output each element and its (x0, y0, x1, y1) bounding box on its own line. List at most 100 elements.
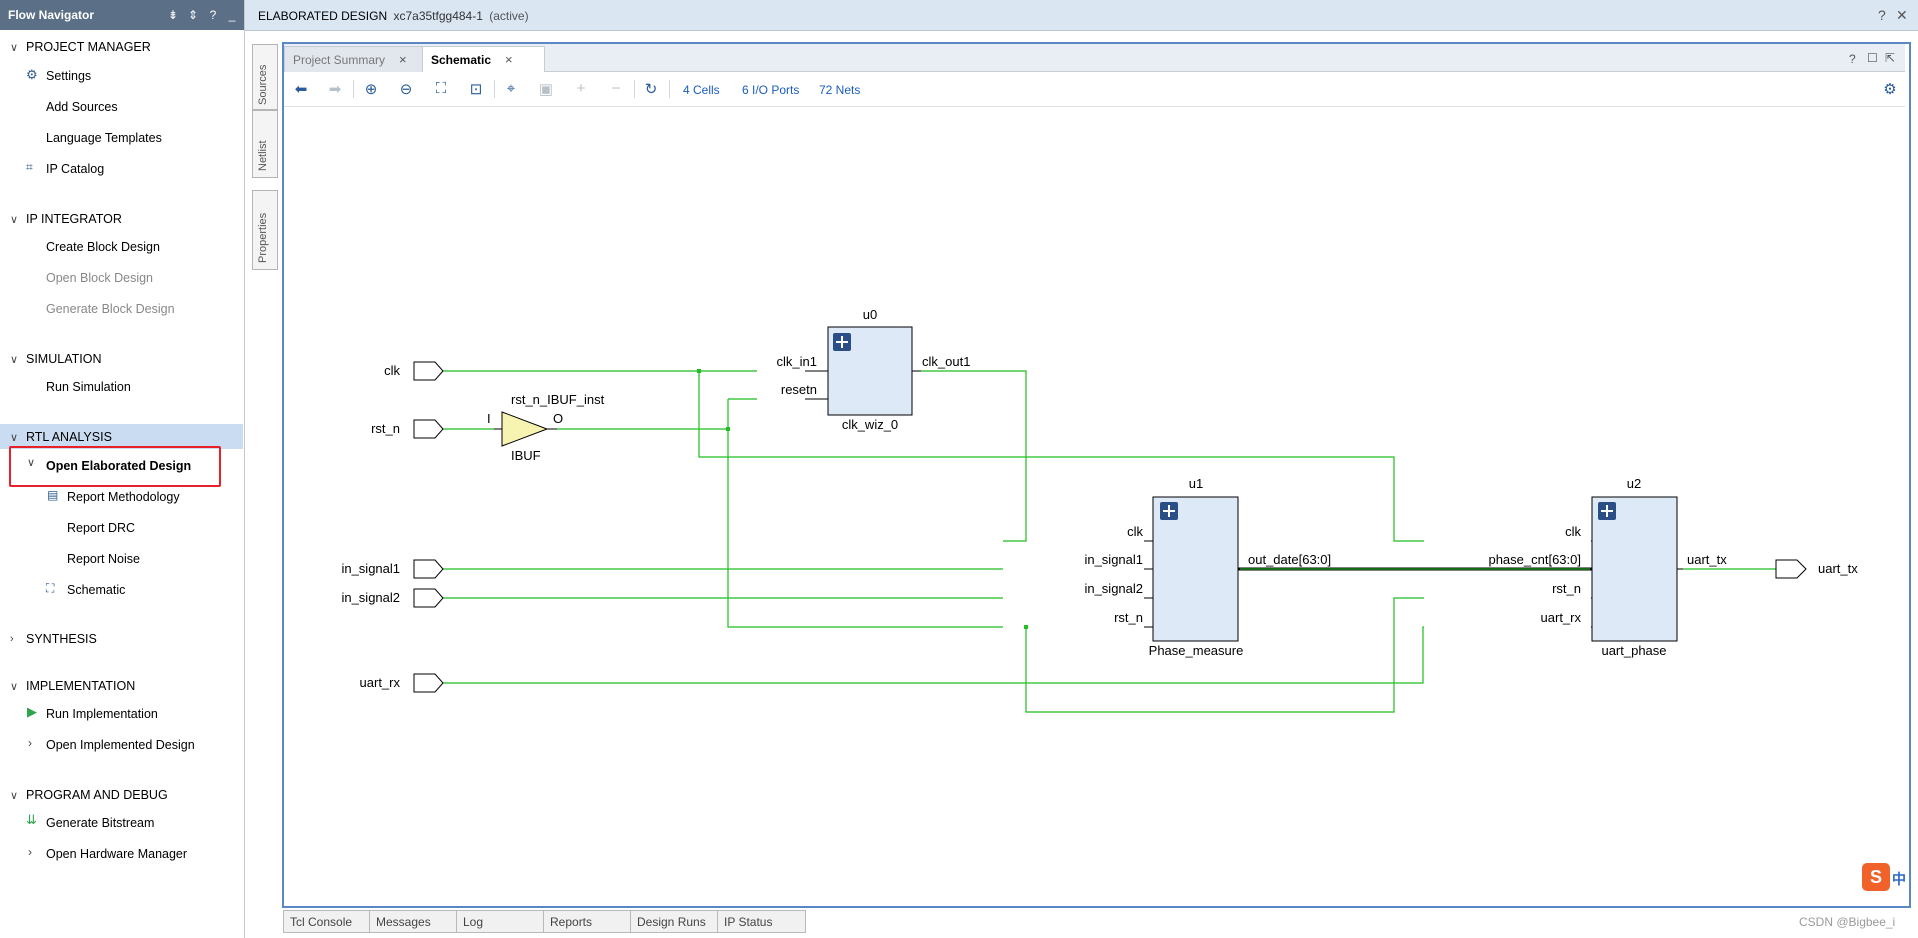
nav-item-report-drc[interactable]: Report DRC (67, 521, 135, 535)
port-in-signal1-shape[interactable] (413, 559, 444, 579)
collapse-all-icon[interactable]: ⇟ (166, 8, 180, 22)
bottom-tab-messages[interactable]: Messages (369, 910, 458, 933)
nav-item-open-block-design: Open Block Design (46, 271, 154, 285)
maximize-icon[interactable]: ☐ (1867, 51, 1878, 65)
tab-project-summary[interactable]: Project Summary × (284, 46, 439, 72)
junction-dot (1024, 625, 1028, 629)
schematic-toolbar (284, 72, 1905, 107)
section-project-manager[interactable]: ∨ PROJECT MANAGER (10, 40, 151, 54)
side-tab-sources[interactable]: Sources (252, 44, 278, 110)
net-clk-out1[interactable] (921, 370, 1027, 542)
nav-item-ip-catalog[interactable]: IP Catalog (46, 162, 104, 176)
port-clk-shape[interactable] (413, 361, 444, 381)
close-icon[interactable]: × (399, 52, 407, 67)
nav-item-report-noise[interactable]: Report Noise (67, 552, 140, 566)
bottom-tab-design-runs[interactable]: Design Runs (630, 910, 719, 933)
help-icon[interactable]: ? (1878, 7, 1886, 23)
minimize-icon[interactable]: _ (225, 8, 239, 22)
port-uart-tx-shape[interactable] (1775, 559, 1807, 579)
tab-label: Schematic (431, 52, 492, 67)
nav-item-open-implemented-design[interactable]: Open Implemented Design (46, 738, 195, 752)
pin-u1-rst-n: rst_n (1114, 610, 1143, 625)
bottom-tab-log[interactable]: Log (456, 910, 545, 933)
forward-icon: ➡ (328, 81, 342, 98)
section-simulation[interactable]: ∨ SIMULATION (10, 352, 101, 366)
zoom-out-icon[interactable]: ⊖ (397, 80, 415, 98)
help-icon[interactable]: ? (206, 8, 220, 22)
section-ip-integrator[interactable]: ∨ IP INTEGRATOR (10, 212, 122, 226)
cell-u2-type: uart_phase (1601, 643, 1666, 658)
section-rtl-analysis[interactable]: ∨ RTL ANALYSIS (10, 430, 112, 444)
float-window-icon[interactable]: ⇱ (1885, 51, 1895, 65)
bottom-tab-label: Reports (550, 914, 593, 929)
tab-label: Project Summary (293, 52, 386, 67)
port-in-signal2-shape[interactable] (413, 588, 444, 608)
bottom-tab-tcl-console[interactable]: Tcl Console (283, 910, 372, 933)
help-icon[interactable]: ? (1849, 52, 1856, 66)
nav-item-report-methodology[interactable]: Report Methodology (67, 490, 180, 504)
nav-item-schematic[interactable]: Schematic (67, 583, 125, 597)
nav-item-add-sources[interactable]: Add Sources (46, 100, 118, 114)
play-icon: ▶ (27, 704, 37, 719)
section-program-and-debug[interactable]: ∨ PROGRAM AND DEBUG (10, 788, 168, 802)
cells-count[interactable]: 4 Cells (683, 83, 720, 97)
ime-indicator[interactable]: S 中 (1862, 863, 1906, 891)
junction-dot (697, 369, 701, 373)
bottom-tab-label: Tcl Console (290, 914, 353, 929)
cell-u0-instance: u0 (863, 307, 877, 322)
bottom-tab-ip-status[interactable]: IP Status (717, 910, 806, 933)
bottom-tab-reports[interactable]: Reports (543, 910, 632, 933)
chevron-right-icon[interactable]: › (28, 736, 32, 750)
toolbar-separator (494, 80, 495, 98)
ibuf-symbol[interactable] (501, 411, 549, 447)
nav-item-run-implementation[interactable]: Run Implementation (46, 707, 158, 721)
pin-clk-in1: clk_in1 (777, 354, 817, 369)
close-icon[interactable]: ✕ (1896, 7, 1908, 24)
design-title: ELABORATED DESIGN xc7a35tfgg484-1 (activ… (258, 9, 529, 23)
watermark: CSDN @Bigbee_i (1799, 915, 1896, 929)
ip-catalog-icon: ⌗ (26, 160, 33, 174)
net-rst-n-ibuf-out[interactable] (727, 398, 1003, 628)
side-tab-netlist[interactable]: Netlist (252, 110, 278, 178)
refresh-icon[interactable]: ↻ (642, 80, 660, 98)
nav-item-language-templates[interactable]: Language Templates (46, 131, 162, 145)
clipboard-icon: ▤ (47, 488, 59, 502)
schematic-canvas[interactable]: clk rst_n in_signal1 in_signal2 uart_rx … (284, 107, 1905, 902)
section-implementation[interactable]: ∨ IMPLEMENTATION (10, 679, 135, 693)
port-rst-n-label: rst_n (371, 421, 400, 436)
zoom-fit-icon[interactable]: ⛶ (432, 80, 450, 97)
crosshair-icon[interactable]: ⌖ (502, 80, 520, 97)
side-tab-properties[interactable]: Properties (252, 190, 278, 270)
port-rst-n-shape[interactable] (413, 419, 444, 439)
gear-icon[interactable]: ⚙ (1881, 80, 1899, 98)
design-part: xc7a35tfgg484-1 (393, 9, 483, 23)
nav-item-create-block-design[interactable]: Create Block Design (46, 240, 160, 254)
junction-dot (726, 427, 730, 431)
nets-count[interactable]: 72 Nets (819, 83, 860, 97)
chevron-down-icon: ∨ (10, 431, 19, 444)
nav-item-generate-bitstream[interactable]: Generate Bitstream (46, 816, 154, 830)
zoom-in-icon[interactable]: ⊕ (362, 80, 380, 98)
nav-item-open-hardware-manager[interactable]: Open Hardware Manager (46, 847, 187, 861)
io-ports-count[interactable]: 6 I/O Ports (742, 83, 799, 97)
bottom-tab-label: IP Status (724, 914, 773, 929)
close-icon[interactable]: × (505, 52, 513, 67)
flow-navigator: Flow Navigator ⇟ ⇕ ? _ ∨ PROJECT MANAGER… (0, 0, 245, 938)
bottom-tab-label: Messages (376, 914, 431, 929)
net-uart-rx[interactable] (443, 626, 1424, 684)
flow-navigator-title: Flow Navigator (8, 8, 95, 22)
bottom-tab-label: Log (463, 914, 484, 929)
chevron-right-icon[interactable]: › (28, 845, 32, 859)
back-icon[interactable]: ⬅ (292, 80, 310, 98)
chevron-down-icon: ∨ (10, 789, 19, 802)
port-uart-rx-shape[interactable] (413, 673, 444, 693)
section-synthesis[interactable]: › SYNTHESIS (10, 632, 97, 646)
pin-u2-rst-n: rst_n (1552, 581, 1581, 596)
pin-u2-clk: clk (1565, 524, 1581, 539)
cell-u1-type: Phase_measure (1149, 643, 1244, 658)
nav-item-run-simulation[interactable]: Run Simulation (46, 380, 131, 394)
zoom-selection-icon[interactable]: ⊡ (467, 80, 485, 98)
nav-item-settings[interactable]: Settings (46, 69, 91, 83)
expand-all-icon[interactable]: ⇕ (186, 8, 200, 22)
tab-schematic[interactable]: Schematic × (422, 46, 545, 72)
